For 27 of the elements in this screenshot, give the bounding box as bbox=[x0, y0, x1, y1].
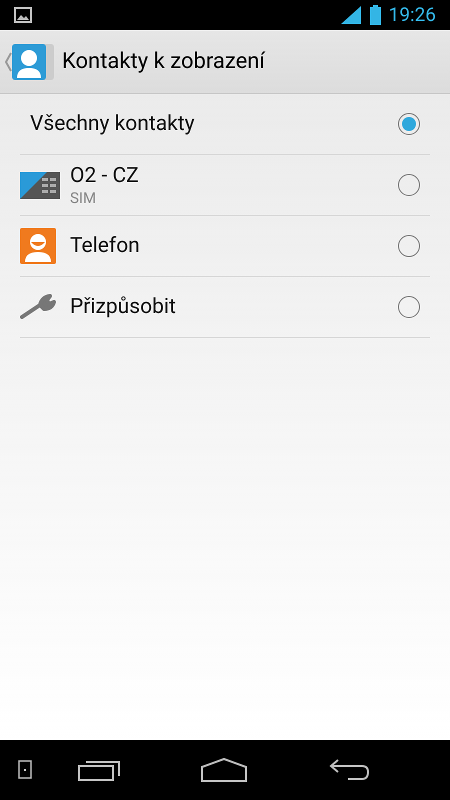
wrench-icon bbox=[20, 293, 56, 321]
list-item[interactable]: Všechny kontakty bbox=[20, 94, 430, 155]
battery-icon bbox=[370, 5, 381, 25]
signal-icon bbox=[340, 6, 361, 24]
radio-button[interactable] bbox=[398, 296, 420, 318]
radio-button[interactable] bbox=[398, 113, 420, 135]
radio-button[interactable] bbox=[398, 174, 420, 196]
clock: 19:26 bbox=[388, 2, 436, 28]
item-label: Telefon bbox=[70, 233, 141, 259]
list-item[interactable]: Přizpůsobit bbox=[20, 277, 430, 338]
recent-apps-icon[interactable] bbox=[78, 758, 122, 782]
item-sublabel: SIM bbox=[70, 189, 98, 207]
item-label: O2 - CZ bbox=[70, 163, 140, 189]
list-item[interactable]: O2 - CZ SIM bbox=[20, 155, 430, 216]
screen-title: Kontakty k zobrazení bbox=[62, 48, 265, 76]
back-icon[interactable] bbox=[328, 758, 372, 782]
menu-icon[interactable] bbox=[18, 760, 34, 780]
home-icon[interactable] bbox=[200, 757, 248, 783]
item-label: Všechny kontakty bbox=[30, 111, 196, 137]
image-icon bbox=[14, 7, 32, 23]
sim-card-icon bbox=[20, 172, 60, 198]
radio-button[interactable] bbox=[398, 235, 420, 257]
item-label: Přizpůsobit bbox=[70, 294, 177, 320]
person-icon bbox=[20, 228, 56, 264]
list-item[interactable]: Telefon bbox=[20, 216, 430, 277]
contacts-app-icon bbox=[12, 42, 54, 82]
back-caret-icon bbox=[4, 52, 12, 72]
